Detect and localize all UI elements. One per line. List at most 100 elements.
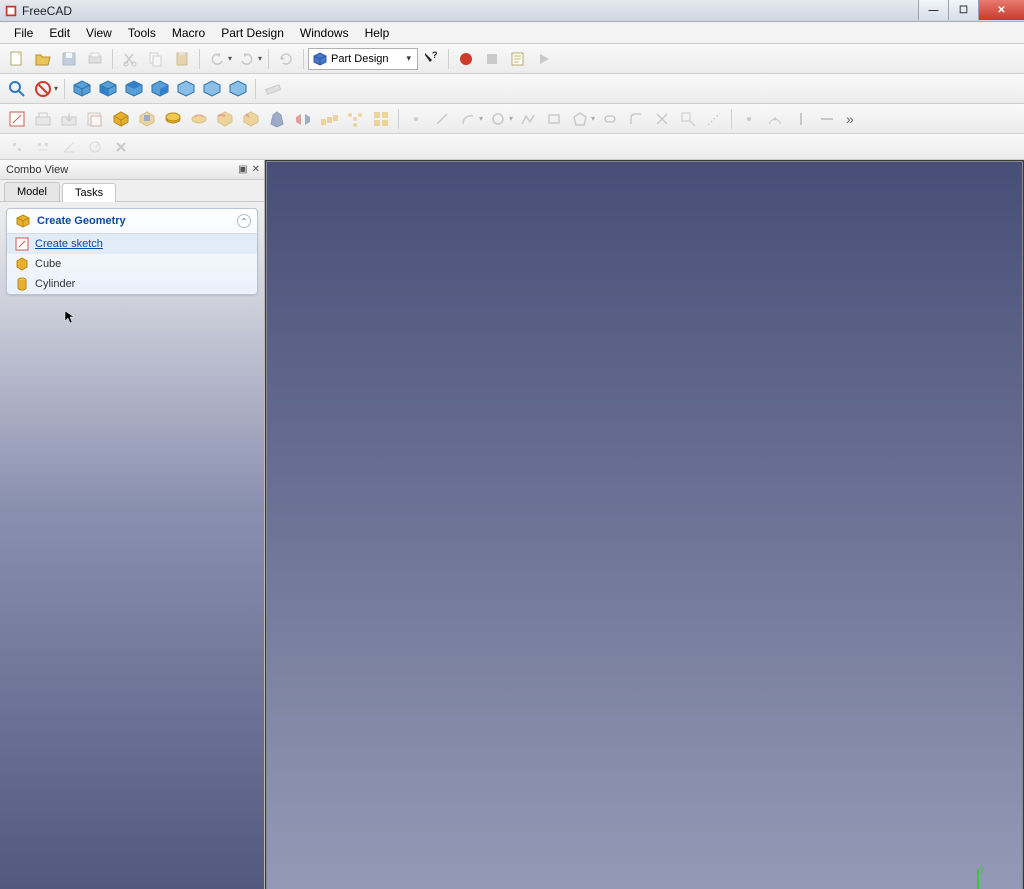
new-document-button[interactable] [5,47,29,71]
window-close-button[interactable]: ✕ [978,0,1024,20]
menu-file[interactable]: File [6,23,41,43]
draw-style-button[interactable] [31,77,55,101]
undo-button[interactable] [205,47,229,71]
window-minimize-button[interactable]: — [918,0,948,20]
multitransform-button[interactable] [369,107,393,131]
sketcher-line-button[interactable] [430,107,454,131]
macro-list-button[interactable] [506,47,530,71]
task-cube[interactable]: Cube [7,254,257,274]
view-bottom-button[interactable] [200,77,224,101]
combo-view-panel: Combo View ▣ ✕ Model Tasks Create Geomet… [0,160,265,889]
window-maximize-button[interactable]: ☐ [948,0,978,20]
draw-style-dropdown[interactable]: ▾ [54,84,58,93]
menu-view[interactable]: View [78,23,120,43]
constraint-horizontal-button[interactable] [815,107,839,131]
panel-float-button[interactable]: ▣ [238,164,247,175]
menu-edit[interactable]: Edit [41,23,78,43]
sketcher-rectangle-button[interactable] [542,107,566,131]
linear-pattern-button[interactable] [317,107,341,131]
sketcher-slot-button[interactable] [598,107,622,131]
view-top-button[interactable] [122,77,146,101]
create-sketch-button[interactable] [5,107,29,131]
revolution-button[interactable] [161,107,185,131]
sketch-icon [15,237,29,251]
macro-play-button[interactable] [532,47,556,71]
menu-help[interactable]: Help [357,23,398,43]
constraint-distance-button[interactable] [31,135,55,159]
whats-this-button[interactable]: ? [419,47,443,71]
mirrored-button[interactable] [291,107,315,131]
panel-close-button[interactable]: ✕ [252,164,260,175]
sketcher-polyline-button[interactable] [516,107,540,131]
fillet-button[interactable] [213,107,237,131]
constraint-point-on-button[interactable] [763,107,787,131]
collapse-icon[interactable]: ⌃ [237,214,251,228]
macro-stop-button[interactable] [480,47,504,71]
menu-part-design[interactable]: Part Design [213,23,292,43]
sketcher-polygon-dropdown[interactable]: ▾ [591,114,595,123]
workbench-selector[interactable]: Part Design [308,48,418,70]
svg-text:y: y [980,863,985,873]
view-left-button[interactable] [226,77,250,101]
macro-record-button[interactable] [454,47,478,71]
delete-constraint-button[interactable] [109,135,133,159]
edit-sketch-button[interactable] [31,107,55,131]
sketcher-circle-dropdown[interactable]: ▾ [509,114,513,123]
print-button[interactable] [83,47,107,71]
pad-button[interactable] [109,107,133,131]
constraint-angle-button[interactable] [57,135,81,159]
task-cylinder[interactable]: Cylinder [7,274,257,294]
redo-button[interactable] [235,47,259,71]
sketcher-circle-button[interactable] [486,107,510,131]
view-axonometric-button[interactable] [70,77,94,101]
view-right-button[interactable] [148,77,172,101]
combo-view-body: Create Geometry ⌃ Create sketch Cube Cyl… [0,202,264,889]
sketcher-arc-dropdown[interactable]: ▾ [479,114,483,123]
sketcher-external-button[interactable] [676,107,700,131]
open-document-button[interactable] [31,47,55,71]
task-create-geometry-card: Create Geometry ⌃ Create sketch Cube Cyl… [6,208,258,295]
save-document-button[interactable] [57,47,81,71]
refresh-button[interactable] [274,47,298,71]
sketcher-point-button[interactable] [404,107,428,131]
pocket-button[interactable] [135,107,159,131]
sketcher-trim-button[interactable] [650,107,674,131]
3d-viewport[interactable]: y x z Start page ✕ Unnamed : 1 ✕ [266,161,1023,889]
draft-button[interactable] [265,107,289,131]
map-sketch-button[interactable] [83,107,107,131]
sketcher-fillet-button[interactable] [624,107,648,131]
workbench-selector-label: Part Design [331,53,388,65]
constraint-radius-button[interactable] [83,135,107,159]
axis-gizmo: y x z [964,863,1010,889]
sketcher-polygon-button[interactable] [568,107,592,131]
tab-tasks[interactable]: Tasks [62,183,116,202]
tab-model[interactable]: Model [4,182,60,201]
measure-button[interactable] [261,77,285,101]
task-create-sketch[interactable]: Create sketch [7,234,257,254]
main-area: Combo View ▣ ✕ Model Tasks Create Geomet… [0,160,1024,889]
cut-button[interactable] [118,47,142,71]
view-front-button[interactable] [96,77,120,101]
menu-tools[interactable]: Tools [120,23,164,43]
task-header[interactable]: Create Geometry ⌃ [7,209,257,234]
menu-windows[interactable]: Windows [292,23,357,43]
part-design-icon [312,51,328,67]
constraint-lock-button[interactable] [5,135,29,159]
sketcher-construction-button[interactable] [702,107,726,131]
app-title: FreeCAD [22,4,72,18]
chamfer-button[interactable] [239,107,263,131]
menu-macro[interactable]: Macro [164,23,213,43]
toolbar-overflow-button[interactable]: » [840,111,860,127]
leave-sketch-button[interactable] [57,107,81,131]
polar-pattern-button[interactable] [343,107,367,131]
copy-button[interactable] [144,47,168,71]
paste-button[interactable] [170,47,194,71]
cube-icon [15,257,29,271]
groove-button[interactable] [187,107,211,131]
constraint-vertical-button[interactable] [789,107,813,131]
constraint-coincident-button[interactable] [737,107,761,131]
task-cube-label: Cube [35,258,61,270]
view-rear-button[interactable] [174,77,198,101]
sketcher-arc-button[interactable] [456,107,480,131]
zoom-fit-button[interactable] [5,77,29,101]
